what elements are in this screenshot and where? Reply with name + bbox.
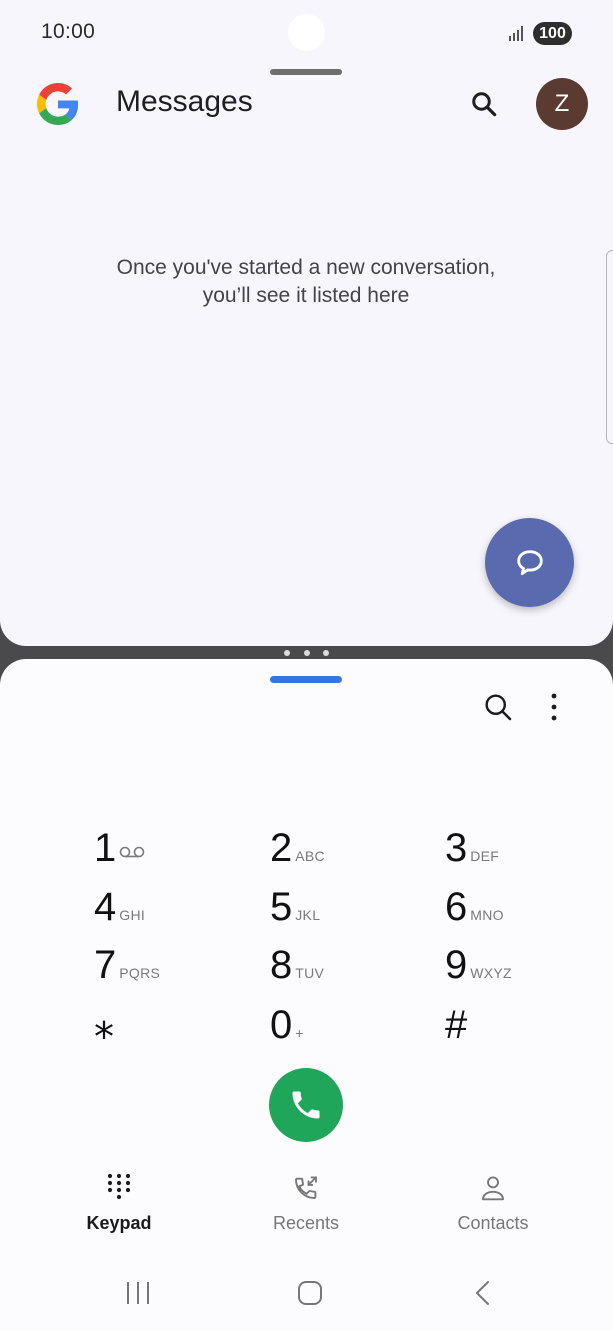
key-4[interactable]: 4 GHI [94,885,254,937]
key-digit: 2 [270,826,293,870]
tab-contacts[interactable]: Contacts [423,1171,563,1241]
key-digit: 7 [94,943,117,987]
tab-label: Keypad [86,1213,152,1233]
divider-dot [303,650,310,656]
key-7[interactable]: 7 PQRS [94,943,254,995]
call-button[interactable] [269,1068,343,1142]
edge-panel-handle[interactable] [606,250,613,444]
divider-dot [284,650,290,656]
empty-state-line-1: Once you've started a new conversation, [116,256,496,279]
key-digit: 4 [94,885,117,929]
key-digit: 1 [94,826,117,870]
empty-state-message: Once you've started a new conversation, … [56,254,556,310]
tab-label: Recents [272,1213,340,1233]
tab-recents[interactable]: Recents [236,1171,376,1241]
back-button[interactable] [462,1273,502,1313]
key-letters: ABC [295,848,325,864]
messages-search-button[interactable] [462,82,506,126]
key-0[interactable]: 0 + [270,1003,430,1055]
contacts-icon [478,1171,508,1205]
key-6[interactable]: 6 MNO [445,885,605,937]
system-navigation-bar [0,1263,613,1323]
key-letters: JKL [295,907,321,923]
key-digit: 3 [445,826,468,870]
key-digit: 9 [445,943,468,987]
key-digit: 6 [445,885,468,929]
key-letters: TUV [295,965,325,981]
key-letters: WXYZ [470,965,512,981]
app-title: Messages [116,85,253,118]
key-3[interactable]: 3 DEF [445,826,605,878]
key-8[interactable]: 8 TUV [270,943,430,995]
voicemail-icon [119,846,145,858]
recent-apps-icon [127,1282,149,1304]
key-digit: 0 [270,1003,293,1047]
search-icon [485,694,512,721]
account-avatar[interactable]: Z [536,78,588,130]
more-vertical-icon [551,693,557,721]
back-icon [476,1281,489,1305]
key-5[interactable]: 5 JKL [270,885,430,937]
key-letters: PQRS [119,965,161,981]
recent-apps-button[interactable] [118,1273,158,1313]
key-1[interactable]: 1 [94,826,254,878]
empty-state-line-2: you’ll see it listed here [202,284,410,307]
key-2[interactable]: 2 ABC [270,826,430,878]
key-star[interactable]: ⁎ [94,1003,254,1055]
messages-app-bar: Messages Z [0,70,613,136]
key-digit: ⁎ [94,1003,114,1047]
messages-pane: 10:00 100 Messages Z Once you've started… [0,0,613,646]
phone-search-button[interactable] [476,685,520,729]
start-chat-button[interactable] [485,518,574,607]
split-screen: 10:00 100 Messages Z Once you've started… [0,0,613,1330]
start-chat-icon [516,549,543,575]
key-letters: + [295,1025,304,1041]
status-bar: 10:00 100 [0,0,613,66]
key-digit: # [445,1003,468,1047]
more-options-button[interactable] [534,685,574,729]
tab-label: Contacts [457,1213,529,1233]
google-logo [37,83,79,125]
key-digit: 5 [270,885,293,929]
key-letters: DEF [470,848,500,864]
divider-dot [323,650,329,656]
key-hash[interactable]: # [445,1003,605,1055]
signal-icon [509,26,523,41]
key-letters: MNO [470,907,504,923]
pane-drag-handle[interactable] [270,676,342,683]
split-view-divider[interactable] [284,648,329,658]
tab-keypad[interactable]: Keypad [49,1171,189,1241]
key-letters: GHI [119,907,146,923]
battery-indicator: 100 [533,22,572,45]
key-digit: 8 [270,943,293,987]
status-time: 10:00 [41,20,96,43]
search-icon [472,92,497,117]
keypad-icon [104,1171,134,1205]
recents-icon [291,1171,321,1205]
phone-icon [292,1091,320,1119]
home-icon [298,1281,322,1305]
phone-pane: 1 2 ABC 3 DEF 4 GHI 5 JKL 6 MNO 7 PQRS 8… [0,659,613,1330]
camera-cutout [288,14,325,51]
home-button[interactable] [290,1273,330,1313]
key-9[interactable]: 9 WXYZ [445,943,605,995]
